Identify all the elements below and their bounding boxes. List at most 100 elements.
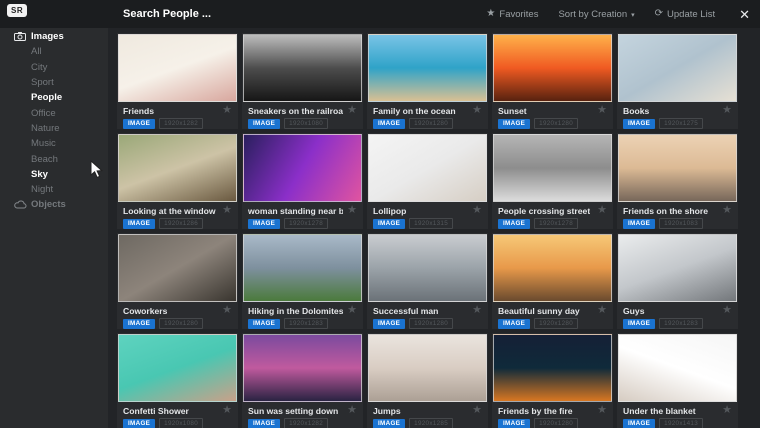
image-thumbnail[interactable] <box>618 334 737 402</box>
image-card[interactable]: Guys★IMAGE1920x1283 <box>617 233 738 329</box>
type-badge: IMAGE <box>248 319 280 329</box>
image-card[interactable]: People crossing street★IMAGE1920x1278 <box>492 133 613 229</box>
sidebar-item-night[interactable]: Night <box>0 182 108 197</box>
sidebar-section-label: Objects <box>31 199 66 210</box>
favorite-star-icon[interactable]: ★ <box>722 105 732 116</box>
favorite-star-icon[interactable]: ★ <box>347 105 357 116</box>
favorites-button[interactable]: ★ Favorites <box>486 9 538 20</box>
star-icon: ★ <box>486 9 495 19</box>
image-card[interactable]: Beautiful sunny day★IMAGE1920x1280 <box>492 233 613 329</box>
image-thumbnail[interactable] <box>368 134 487 202</box>
card-badge-row: IMAGE1920x1280 <box>367 117 488 130</box>
sidebar-section-images[interactable]: Images <box>0 29 108 44</box>
update-list-button[interactable]: ⟳ Update List <box>655 9 715 20</box>
image-card[interactable]: Confetti Shower★IMAGE1920x1080 <box>117 333 238 428</box>
favorite-star-icon[interactable]: ★ <box>222 205 232 216</box>
update-list-label: Update List <box>667 9 715 20</box>
image-card[interactable]: Looking at the window★IMAGE1920x1286 <box>117 133 238 229</box>
image-thumbnail[interactable] <box>118 134 237 202</box>
image-card[interactable]: Lollipop★IMAGE1920x1315 <box>367 133 488 229</box>
image-card[interactable]: Hiking in the Dolomites★IMAGE1920x1283 <box>242 233 363 329</box>
card-title-row: Looking at the window ★ <box>117 203 238 217</box>
favorite-star-icon[interactable]: ★ <box>472 105 482 116</box>
image-thumbnail[interactable] <box>243 134 362 202</box>
image-card[interactable]: Friends★IMAGE1920x1282 <box>117 33 238 129</box>
image-thumbnail[interactable] <box>493 34 612 102</box>
image-thumbnail[interactable] <box>493 234 612 302</box>
favorite-star-icon[interactable]: ★ <box>347 405 357 416</box>
sidebar-item-office[interactable]: Office <box>0 105 108 120</box>
image-card[interactable]: Under the blanket★IMAGE1920x1413 <box>617 333 738 428</box>
resolution-chip: 1920x1280 <box>534 318 578 329</box>
image-thumbnail[interactable] <box>118 34 237 102</box>
type-badge: IMAGE <box>123 219 155 229</box>
image-thumbnail[interactable] <box>243 234 362 302</box>
favorite-star-icon[interactable]: ★ <box>222 105 232 116</box>
image-card[interactable]: Jumps★IMAGE1920x1285 <box>367 333 488 428</box>
image-thumbnail[interactable] <box>118 234 237 302</box>
sidebar-item-music[interactable]: Music <box>0 136 108 151</box>
sidebar-item-city[interactable]: City <box>0 60 108 75</box>
favorite-star-icon[interactable]: ★ <box>597 405 607 416</box>
card-title-row: Sneakers on the railroad★ <box>242 103 363 117</box>
sidebar-item-sky[interactable]: Sky <box>0 167 108 182</box>
sort-dropdown[interactable]: Sort by Creation ▾ <box>558 9 634 20</box>
sidebar-item-people[interactable]: People <box>0 90 108 105</box>
favorite-star-icon[interactable]: ★ <box>347 205 357 216</box>
search-input[interactable]: Search People ... <box>123 0 211 28</box>
sidebar-item-nature[interactable]: Nature <box>0 121 108 136</box>
image-thumbnail[interactable] <box>493 134 612 202</box>
favorite-star-icon[interactable]: ★ <box>722 205 732 216</box>
image-card[interactable]: Friends on the shore★IMAGE1920x1083 <box>617 133 738 229</box>
favorite-star-icon[interactable]: ★ <box>222 405 232 416</box>
close-icon[interactable]: ✕ <box>739 8 750 21</box>
image-card[interactable]: Family on the ocean★IMAGE1920x1280 <box>367 33 488 129</box>
card-badge-row: IMAGE1920x1280 <box>367 317 488 330</box>
type-badge: IMAGE <box>123 119 155 129</box>
image-thumbnail[interactable] <box>618 134 737 202</box>
favorite-star-icon[interactable]: ★ <box>597 205 607 216</box>
resolution-chip: 1920x1283 <box>659 318 703 329</box>
card-title: Jumps <box>373 406 401 416</box>
image-card[interactable]: Coworkers★IMAGE1920x1280 <box>117 233 238 329</box>
card-title-row: People crossing street★ <box>492 203 613 217</box>
image-thumbnail[interactable] <box>243 34 362 102</box>
card-badge-row: IMAGE1920x1283 <box>242 317 363 330</box>
image-thumbnail[interactable] <box>618 34 737 102</box>
image-thumbnail[interactable] <box>368 334 487 402</box>
image-thumbnail[interactable] <box>368 234 487 302</box>
sidebar-item-sport[interactable]: Sport <box>0 75 108 90</box>
image-thumbnail[interactable] <box>493 334 612 402</box>
favorite-star-icon[interactable]: ★ <box>597 305 607 316</box>
image-card[interactable]: Sun was setting down★IMAGE1920x1282 <box>242 333 363 428</box>
sidebar-section-objects[interactable]: Objects <box>0 197 108 212</box>
card-title-row: Successful man★ <box>367 303 488 317</box>
image-card[interactable]: Friends by the fire★IMAGE1920x1280 <box>492 333 613 428</box>
favorite-star-icon[interactable]: ★ <box>722 305 732 316</box>
favorite-star-icon[interactable]: ★ <box>597 105 607 116</box>
type-badge: IMAGE <box>498 119 530 129</box>
image-thumbnail[interactable] <box>618 234 737 302</box>
favorite-star-icon[interactable]: ★ <box>472 305 482 316</box>
favorite-star-icon[interactable]: ★ <box>222 305 232 316</box>
favorite-star-icon[interactable]: ★ <box>472 405 482 416</box>
type-badge: IMAGE <box>498 319 530 329</box>
resolution-chip: 1920x1280 <box>409 318 453 329</box>
topbar: SR Search People ... ★ Favorites Sort by… <box>0 0 760 28</box>
sidebar-item-beach[interactable]: Beach <box>0 151 108 166</box>
favorite-star-icon[interactable]: ★ <box>722 405 732 416</box>
favorite-star-icon[interactable]: ★ <box>347 305 357 316</box>
image-card[interactable]: Successful man★IMAGE1920x1280 <box>367 233 488 329</box>
image-card[interactable]: Sunset★IMAGE1920x1280 <box>492 33 613 129</box>
card-title: Looking at the window <box>123 206 216 216</box>
favorite-star-icon[interactable]: ★ <box>472 205 482 216</box>
image-thumbnail[interactable] <box>118 334 237 402</box>
image-card[interactable]: Books★IMAGE1920x1275 <box>617 33 738 129</box>
image-thumbnail[interactable] <box>243 334 362 402</box>
app-window: SR Search People ... ★ Favorites Sort by… <box>0 0 760 428</box>
image-card[interactable]: woman standing near buildings★IMAGE1920x… <box>242 133 363 229</box>
card-title: Friends by the fire <box>498 406 573 416</box>
image-thumbnail[interactable] <box>368 34 487 102</box>
image-card[interactable]: Sneakers on the railroad★IMAGE1920x1080 <box>242 33 363 129</box>
sidebar-item-all[interactable]: All <box>0 44 108 59</box>
